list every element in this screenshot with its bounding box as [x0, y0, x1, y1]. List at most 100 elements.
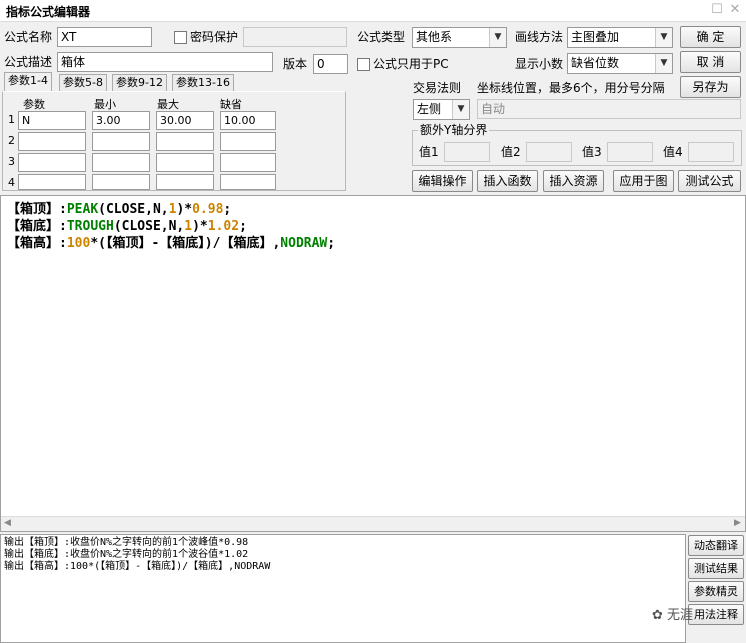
pc-only-checkbox[interactable]: [357, 58, 370, 71]
window-title: 指标公式编辑器: [6, 5, 91, 19]
save-as-button[interactable]: 另存为: [680, 76, 741, 98]
param-min-cell[interactable]: 3.00: [92, 111, 150, 130]
decimals-select[interactable]: 缺省位数 ▼: [567, 53, 673, 74]
insert-function-button[interactable]: 插入函数: [477, 170, 538, 192]
yaxis-value2-label: 值2: [501, 145, 521, 159]
param-header-min: 最小: [94, 98, 116, 111]
param-default-cell[interactable]: [220, 153, 276, 172]
param-default-cell[interactable]: [220, 174, 276, 190]
param-name-cell[interactable]: [18, 132, 86, 151]
code-line-3: 【箱高】:100*(【箱顶】-【箱底】)/【箱底】,NODRAW;: [7, 235, 335, 252]
scroll-left-icon[interactable]: ◀: [4, 518, 11, 528]
tab-params-5-8[interactable]: 参数5-8: [59, 74, 107, 92]
formula-type-value: 其他系: [416, 30, 453, 44]
code-token-number: 1.02: [207, 219, 240, 234]
output-pane[interactable]: 输出【箱顶】:收盘价N%之字转向的前1个波峰值*0.98 输出【箱底】:收盘价N…: [0, 534, 686, 643]
formula-type-select[interactable]: 其他系 ▼: [412, 27, 507, 48]
usage-notes-button[interactable]: 用法注释: [688, 604, 744, 625]
test-formula-button[interactable]: 测试公式: [678, 170, 741, 192]
param-header-max: 最大: [157, 98, 179, 111]
trade-rule-value: 左侧: [417, 102, 442, 116]
yaxis-value3-input[interactable]: [607, 142, 653, 162]
param-row-index: 1: [8, 113, 15, 126]
insert-resource-button[interactable]: 插入资源: [543, 170, 604, 192]
code-token-number: 0.98: [192, 202, 224, 217]
coord-line-label: 坐标线位置，最多6个，用分号分隔: [477, 81, 665, 95]
scroll-right-icon[interactable]: ▶: [734, 518, 741, 528]
code-token-function: NODRAW: [280, 236, 328, 251]
code-line-2: 【箱底】:TROUGH(CLOSE,N,1)*1.02;: [7, 218, 247, 235]
param-header-default: 缺省: [220, 98, 242, 111]
param-default-cell[interactable]: 10.00: [220, 111, 276, 130]
param-name-cell[interactable]: [18, 174, 86, 190]
param-min-cell[interactable]: [92, 153, 150, 172]
param-max-cell[interactable]: [156, 153, 214, 172]
param-panel: 参数 最小 最大 缺省 1 N 3.00 30.00 10.00 2 3 4: [2, 91, 346, 191]
restore-icon[interactable]: ☐: [710, 3, 724, 17]
param-name-cell[interactable]: [18, 153, 86, 172]
password-input[interactable]: [243, 27, 347, 47]
cancel-button[interactable]: 取 消: [680, 51, 741, 73]
code-line-1: 【箱顶】:PEAK(CLOSE,N,1)*0.98;: [7, 201, 231, 218]
param-name-cell[interactable]: N: [18, 111, 86, 130]
trade-rule-label: 交易法则: [413, 81, 462, 95]
close-icon[interactable]: ✕: [728, 3, 742, 17]
decimals-label: 显示小数: [515, 57, 564, 71]
version-input[interactable]: 0: [313, 54, 348, 74]
yaxis-group-label: 额外Y轴分界: [418, 122, 490, 138]
code-token-number: 100: [66, 236, 91, 251]
tab-params-9-12[interactable]: 参数9-12: [112, 74, 167, 92]
param-wizard-button[interactable]: 参数精灵: [688, 581, 744, 602]
draw-method-label: 画线方法: [515, 30, 564, 44]
formula-name-input[interactable]: XT: [57, 27, 152, 47]
wechat-icon: ✿: [652, 608, 663, 623]
chevron-down-icon: ▼: [655, 54, 672, 73]
yaxis-value3-label: 值3: [582, 145, 602, 159]
formula-desc-input[interactable]: 箱体: [57, 52, 273, 72]
param-default-cell[interactable]: [220, 132, 276, 151]
param-row-index: 3: [8, 155, 15, 168]
trade-rule-select[interactable]: 左侧 ▼: [413, 99, 470, 120]
param-header-name: 参数: [23, 98, 45, 111]
param-max-cell[interactable]: 30.00: [156, 111, 214, 130]
tab-params-1-4[interactable]: 参数1-4: [4, 72, 52, 92]
version-label: 版本: [283, 57, 308, 71]
dynamic-translate-button[interactable]: 动态翻译: [688, 535, 744, 556]
output-line: 输出【箱顶】:收盘价N%之字转向的前1个波峰值*0.98: [4, 537, 249, 548]
param-row-index: 4: [8, 176, 15, 189]
chevron-down-icon: ▼: [655, 28, 672, 47]
code-token-expr: *(【箱顶】-【箱底】)/【箱底】,: [90, 236, 281, 251]
param-max-cell[interactable]: [156, 132, 214, 151]
test-result-button[interactable]: 测试结果: [688, 558, 744, 579]
code-token-sep: :: [59, 236, 67, 251]
code-token-name: 【箱顶】: [7, 202, 60, 217]
code-token-sep: :: [59, 202, 67, 217]
ok-button[interactable]: 确 定: [680, 26, 741, 48]
formula-name-label: 公式名称: [4, 30, 53, 44]
code-token-op: )*: [192, 219, 208, 234]
formula-desc-label: 公式描述: [4, 55, 53, 69]
apply-to-chart-button[interactable]: 应用于图: [613, 170, 674, 192]
edit-operations-button[interactable]: 编辑操作: [412, 170, 473, 192]
param-row-index: 2: [8, 134, 15, 147]
param-max-cell[interactable]: [156, 174, 214, 190]
param-min-cell[interactable]: [92, 174, 150, 190]
code-editor[interactable]: 【箱顶】:PEAK(CLOSE,N,1)*0.98; 【箱底】:TROUGH(C…: [0, 195, 746, 532]
code-token-end: ;: [223, 202, 232, 217]
output-line: 输出【箱高】:100*(【箱顶】-【箱底】)/【箱底】,NODRAW: [4, 561, 271, 572]
tab-params-13-16[interactable]: 参数13-16: [172, 74, 234, 92]
param-min-cell[interactable]: [92, 132, 150, 151]
yaxis-value2-input[interactable]: [526, 142, 572, 162]
code-token-op: )*: [176, 202, 193, 217]
code-token-function: PEAK: [66, 202, 99, 217]
yaxis-value4-input[interactable]: [688, 142, 734, 162]
code-token-name: 【箱高】: [7, 236, 60, 251]
draw-method-select[interactable]: 主图叠加 ▼: [567, 27, 673, 48]
password-checkbox[interactable]: [174, 31, 187, 44]
code-token-args: (CLOSE,N,: [113, 219, 185, 234]
coord-line-input[interactable]: 自动: [477, 99, 741, 119]
yaxis-value1-input[interactable]: [444, 142, 490, 162]
chevron-down-icon: ▼: [452, 100, 469, 119]
code-token-sep: :: [59, 219, 67, 234]
horizontal-scrollbar[interactable]: ◀ ▶: [1, 516, 745, 531]
